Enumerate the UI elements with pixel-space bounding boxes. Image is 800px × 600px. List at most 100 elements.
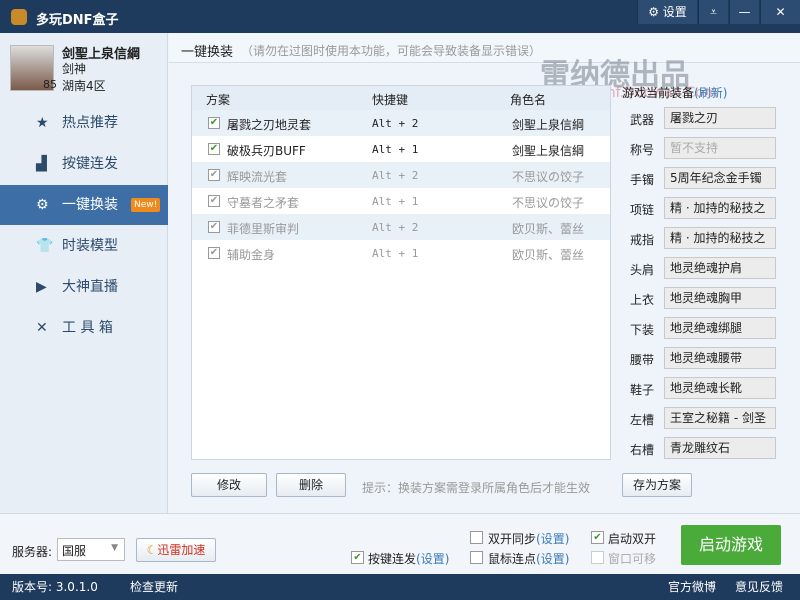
keyrepeat-settings-link[interactable]: (设置) <box>416 552 449 566</box>
new-badge: New! <box>131 198 161 212</box>
tools-icon: ✕ <box>36 320 48 336</box>
keyrepeat-checkbox[interactable]: ✔ <box>351 551 364 564</box>
sidebar: 85 剑聖上泉信綱 剑神 湖南4区 ★ 热点推荐 ▟ 按键连发 ⚙ 一键换装 New! … <box>0 33 168 513</box>
xunlei-icon: ☾ <box>146 543 158 557</box>
server-label: 服务器: <box>12 545 53 559</box>
character-class: 剑神 <box>62 62 87 76</box>
delete-button[interactable]: 删除 <box>276 473 346 497</box>
table-row[interactable]: ✔ 菲德里斯审判 Alt + 2 欧贝斯、蕾丝 <box>192 214 610 240</box>
nav-tools[interactable]: ✕ 工 具 箱 <box>0 308 168 348</box>
shirt-icon: 👕 <box>36 238 54 254</box>
minimize-icon[interactable]: — <box>729 0 759 24</box>
start-game-button[interactable]: 启动游戏 <box>681 525 781 565</box>
scheme-name: 屠戮之刃地灵套 <box>227 118 312 132</box>
table-row[interactable]: ✔ 破极兵刃BUFF Alt + 1 剑聖上泉信綱 <box>192 136 610 162</box>
page-header: 一键换装 （请勿在过图时使用本功能，可能会导致装备显示错误） <box>169 33 800 63</box>
table-header: 方案 快捷键 角色名 <box>192 86 610 110</box>
role-name: 剑聖上泉信綱 <box>512 118 585 132</box>
nav-label: 时装模型 <box>62 238 118 254</box>
equip-slot: 下装 地灵绝魂绑腿 <box>630 317 778 339</box>
equip-icon: ⚙ <box>36 197 49 213</box>
edit-button[interactable]: 修改 <box>191 473 267 497</box>
settings-label: 设置 <box>662 5 687 19</box>
role-name: 不思议の饺子 <box>512 170 585 184</box>
col-role: 角色名 <box>510 93 547 107</box>
save-scheme-button[interactable]: 存为方案 <box>622 473 692 497</box>
slot-value: 暂不支持 <box>664 137 776 159</box>
movable-checkbox[interactable] <box>591 551 604 564</box>
role-name: 剑聖上泉信綱 <box>512 144 585 158</box>
nav-hot[interactable]: ★ 热点推荐 <box>0 103 168 143</box>
equip-slot: 武器 屠戮之刃 <box>630 107 778 129</box>
equip-slot: 左槽 王室之秘籍 - 剑圣 <box>630 407 778 429</box>
hotkey: Alt + 1 <box>372 195 419 208</box>
role-name: 欧贝斯、蕾丝 <box>512 248 585 262</box>
row-checkbox[interactable]: ✔ <box>208 247 220 259</box>
equip-slot: 鞋子 地灵绝魂长靴 <box>630 377 778 399</box>
table-row[interactable]: ✔ 辉映流光套 Alt + 2 不思议の饺子 <box>192 162 610 188</box>
tip-text: 提示：换装方案需登录所属角色后才能生效 <box>362 481 591 495</box>
menu-icon[interactable]: ⩡ <box>698 0 728 24</box>
equip-slot: 上衣 地灵绝魂胸甲 <box>630 287 778 309</box>
row-checkbox[interactable]: ✔ <box>208 169 220 181</box>
table-row[interactable]: ✔ 守墓者之矛套 Alt + 1 不思议の饺子 <box>192 188 610 214</box>
slot-value: 地灵绝魂长靴 <box>664 377 776 399</box>
play-icon: ▶ <box>36 279 47 295</box>
slot-value: 青龙雕纹石 <box>664 437 776 459</box>
server-select[interactable]: 国服 ▼ <box>57 538 125 561</box>
table-row[interactable]: ✔ 屠戮之刃地灵套 Alt + 2 剑聖上泉信綱 <box>192 110 610 136</box>
slot-label: 戒指 <box>630 233 655 247</box>
table-row[interactable]: ✔ 辅助金身 Alt + 1 欧贝斯、蕾丝 <box>192 240 610 266</box>
nav-label: 热点推荐 <box>62 115 118 131</box>
col-scheme: 方案 <box>206 93 231 107</box>
slot-label: 左槽 <box>630 413 655 427</box>
slot-label: 腰带 <box>630 353 655 367</box>
slot-label: 鞋子 <box>630 383 655 397</box>
close-icon[interactable]: ✕ <box>760 0 800 24</box>
nav-one-click-equip[interactable]: ⚙ 一键换装 New! <box>0 185 168 225</box>
nav-fashion[interactable]: 👕 时装模型 <box>0 226 168 266</box>
check-update-link[interactable]: 检查更新 <box>130 574 178 600</box>
movable-label: 窗口可移 <box>608 552 657 566</box>
version-text: 版本号: 3.0.1.0 <box>12 580 98 594</box>
slot-value: 地灵绝魂腰带 <box>664 347 776 369</box>
scheme-name: 辉映流光套 <box>227 170 288 184</box>
slot-value: 5周年纪念金手镯 <box>664 167 776 189</box>
nav-label: 大神直播 <box>62 279 118 295</box>
title-bar: 多玩DNF盒子 ⚙ 设置 ⩡ — ✕ <box>0 0 800 33</box>
dualopen-checkbox[interactable]: ✔ <box>591 531 604 544</box>
row-checkbox[interactable]: ✔ <box>208 143 220 155</box>
refresh-link[interactable]: (刷新) <box>694 86 727 100</box>
row-checkbox[interactable]: ✔ <box>208 195 220 207</box>
feedback-link[interactable]: 意见反馈 <box>735 574 783 600</box>
nav-live[interactable]: ▶ 大神直播 <box>0 267 168 307</box>
slot-value: 王室之秘籍 - 剑圣 <box>664 407 776 429</box>
role-name: 欧贝斯、蕾丝 <box>512 222 585 236</box>
nav-label: 工 具 箱 <box>62 320 113 336</box>
settings-button[interactable]: ⚙ 设置 <box>637 0 697 24</box>
nav-key-repeat[interactable]: ▟ 按键连发 <box>0 144 168 184</box>
dualopen-label: 启动双开 <box>608 532 657 546</box>
row-checkbox[interactable]: ✔ <box>208 221 220 233</box>
slot-label: 右槽 <box>630 443 655 457</box>
page-title: 一键换装 <box>181 45 234 60</box>
row-checkbox[interactable]: ✔ <box>208 117 220 129</box>
slot-label: 称号 <box>630 143 655 157</box>
mouseclick-settings-link[interactable]: (设置) <box>536 552 569 566</box>
equip-slot: 头肩 地灵绝魂护肩 <box>630 257 778 279</box>
chevron-down-icon: ▼ <box>111 543 118 553</box>
dualsync-settings-link[interactable]: (设置) <box>536 532 569 546</box>
mouseclick-text: 鼠标连点 <box>488 552 537 566</box>
hotkey: Alt + 2 <box>372 169 419 182</box>
slot-label: 武器 <box>630 113 655 127</box>
mouseclick-checkbox[interactable] <box>470 551 483 564</box>
weibo-link[interactable]: 官方微博 <box>668 574 716 600</box>
keyrepeat-label: 按键连发(设置) <box>368 550 449 567</box>
app-logo-icon <box>11 9 27 25</box>
dualsync-checkbox[interactable] <box>470 531 483 544</box>
hotkey: Alt + 2 <box>372 221 419 234</box>
xunlei-button[interactable]: ☾迅雷加速 <box>136 538 216 562</box>
scheme-name: 菲德里斯审判 <box>227 222 300 236</box>
slot-value: 精 · 加持的秘技之 <box>664 227 776 249</box>
scheme-name: 守墓者之矛套 <box>227 196 300 210</box>
